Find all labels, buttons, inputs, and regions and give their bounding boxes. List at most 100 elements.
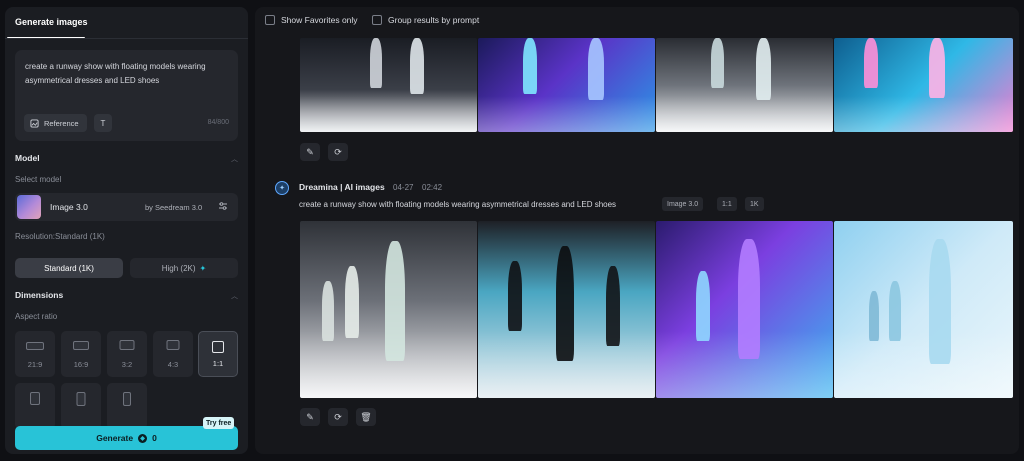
model-figure [385, 241, 405, 361]
model-thumbnail [17, 195, 41, 219]
pencil-icon[interactable]: ✎ [300, 408, 320, 426]
prompt-text[interactable]: create a runway show with floating model… [25, 60, 225, 88]
ratio-portrait-button-1[interactable] [15, 383, 55, 429]
select-model-label: Select model [15, 175, 62, 184]
ratio-16-9-button[interactable]: 16:9 [61, 331, 101, 377]
char-count: 84/800 [207, 119, 229, 126]
model-figure [523, 38, 537, 94]
model-figure [738, 239, 760, 359]
model-name: Image 3.0 [50, 202, 88, 212]
ratio-4-3-button[interactable]: 4:3 [153, 331, 193, 377]
result-image-5[interactable] [300, 221, 477, 398]
resolution-high-button[interactable]: High (2K) ✦ [130, 258, 238, 278]
try-free-badge: Try free [203, 417, 235, 429]
result-image-1[interactable] [300, 38, 477, 132]
result-image-2[interactable] [478, 38, 655, 132]
model-figure [869, 291, 879, 341]
generation-time: 02:42 [422, 183, 443, 192]
collapse-model-icon[interactable]: ︿ [231, 154, 238, 164]
model-figure [929, 38, 945, 98]
collapse-dimensions-icon[interactable]: ︿ [231, 291, 238, 301]
ratio-portrait-button-3[interactable] [107, 383, 147, 429]
ratio-portrait-button-2[interactable] [61, 383, 101, 429]
ratio-1-1-icon [212, 341, 224, 353]
ratio-portrait-icon-3 [123, 392, 131, 406]
model-section-title: Model [15, 153, 40, 163]
ratio-3-2-icon [119, 340, 135, 350]
trash-icon[interactable]: 🗑 [356, 408, 376, 426]
pencil-icon[interactable]: ✎ [300, 143, 320, 161]
ratio-16-9-icon [73, 341, 89, 350]
ratio-1-1-label: 1:1 [212, 359, 224, 368]
tag-model: Image 3.0 [662, 197, 704, 211]
result-image-8[interactable] [834, 221, 1013, 398]
sliders-icon[interactable] [218, 201, 228, 213]
dreamina-logo-icon: ✦ [275, 181, 289, 195]
result-image-7[interactable] [656, 221, 833, 398]
dimensions-section-title: Dimensions [15, 290, 64, 300]
text-tool-icon: T [100, 118, 106, 128]
group-checkbox[interactable] [372, 15, 382, 25]
group-filter[interactable]: Group results by prompt [372, 15, 479, 25]
ratio-4-3-label: 4:3 [167, 360, 179, 369]
resolution-high-label: High (2K) [161, 263, 196, 273]
generation-title: Dreamina | AI images [299, 182, 385, 192]
model-figure [588, 38, 604, 100]
model-figure [370, 38, 382, 88]
model-figure [322, 281, 334, 341]
generation-date: 04-27 [393, 183, 414, 192]
ratio-3-2-label: 3:2 [121, 360, 133, 369]
result-image-3[interactable] [656, 38, 833, 132]
resolution-standard-label: Standard (1K) [44, 263, 94, 273]
model-figure [556, 246, 574, 361]
group-label: Group results by prompt [388, 15, 480, 25]
model-figure [345, 266, 359, 338]
generate-credits: 0 [152, 433, 157, 443]
tag-resolution: 1K [745, 197, 764, 211]
model-figure [711, 38, 724, 88]
ratio-4-3-icon [166, 340, 180, 350]
results-area: Show Favorites only Group results by pro… [255, 7, 1019, 454]
reference-button[interactable]: Reference [24, 114, 87, 132]
tag-ratio: 1:1 [717, 197, 737, 211]
repeat-icon[interactable]: ⟳ [328, 408, 348, 426]
generate-label: Generate [96, 433, 134, 443]
model-figure [756, 38, 771, 100]
result-image-6[interactable] [478, 221, 655, 398]
sparkle-icon: ✦ [199, 263, 207, 273]
ratio-3-2-button[interactable]: 3:2 [107, 331, 147, 377]
tab-generate-images[interactable]: Generate images [15, 17, 88, 27]
model-figure [606, 266, 620, 346]
ratio-1-1-button[interactable]: 1:1 [198, 331, 238, 377]
generate-button[interactable]: Generate ◆ 0 [15, 426, 238, 450]
image-reference-icon [30, 118, 39, 128]
result-image-4[interactable] [834, 38, 1013, 132]
generate-panel: Generate images create a runway show wit… [5, 7, 248, 454]
reference-label: Reference [44, 118, 79, 128]
prompt-input[interactable]: create a runway show with floating model… [15, 50, 238, 141]
generation-prompt: create a runway show with floating model… [299, 200, 617, 209]
model-figure [864, 38, 878, 88]
tab-divider [5, 38, 248, 39]
ratio-portrait-icon-2 [76, 392, 86, 406]
ratio-21-9-icon [26, 342, 44, 350]
resolution-label: Resolution:Standard (1K) [15, 232, 105, 241]
resolution-standard-button[interactable]: Standard (1K) [15, 258, 123, 278]
ratio-21-9-button[interactable]: 21:9 [15, 331, 55, 377]
favorites-filter[interactable]: Show Favorites only [265, 15, 358, 25]
model-selector[interactable]: Image 3.0 by Seedream 3.0 [15, 193, 238, 221]
favorites-label: Show Favorites only [281, 15, 358, 25]
repeat-icon[interactable]: ⟳ [328, 143, 348, 161]
credit-icon: ◆ [138, 433, 148, 443]
model-figure [889, 281, 901, 341]
text-tool-button[interactable]: T [94, 114, 112, 132]
aspect-ratio-label: Aspect ratio [15, 312, 58, 321]
ratio-portrait-icon-1 [30, 392, 40, 405]
model-figure [508, 261, 522, 331]
favorites-checkbox[interactable] [265, 15, 275, 25]
model-figure [929, 239, 951, 364]
ratio-16-9-label: 16:9 [73, 360, 89, 369]
ratio-21-9-label: 21:9 [27, 360, 43, 369]
model-figure [410, 38, 424, 94]
model-figure [696, 271, 710, 341]
